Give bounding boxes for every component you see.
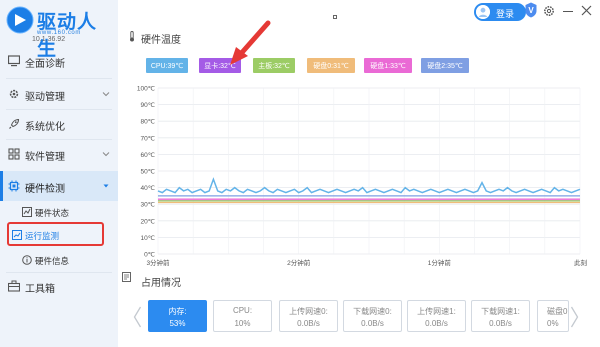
chevron-down-icon: [102, 152, 110, 157]
legend-motherboard[interactable]: 主板:32℃: [253, 58, 295, 73]
usage-card-download-1[interactable]: 下载网速1: 0.0B/s: [471, 300, 530, 332]
usage-card-value: 53%: [169, 319, 186, 328]
monitor-icon: [8, 55, 20, 67]
legend-gpu[interactable]: 显卡:32℃: [199, 58, 241, 73]
info-icon: [22, 255, 32, 265]
legend-label: 硬盘0:31℃: [313, 62, 349, 70]
chevron-down-icon: [102, 92, 110, 97]
vip-badge-label: V: [528, 6, 534, 15]
legend-disk0[interactable]: 硬盘0:31℃: [307, 58, 355, 73]
scroll-right-icon[interactable]: [570, 306, 579, 328]
temperature-chart: 100℃ 90℃ 80℃ 70℃ 60℃ 50℃ 40℃ 30℃ 20℃ 10℃ 0℃ 3分钟前 2分钟…: [128, 80, 594, 275]
usage-card-title: 上传网速0:: [289, 307, 328, 316]
legend-label: 显卡:32℃: [204, 62, 236, 70]
y-tick-label: 0℃: [144, 252, 156, 259]
y-tick-label: 70℃: [140, 135, 155, 142]
usage-card-upload-0[interactable]: 上传网速0: 0.0B/s: [279, 300, 338, 332]
usage-card-value: 0.0B/s: [425, 319, 448, 328]
y-tick-label: 80℃: [140, 119, 155, 126]
scroll-left-icon[interactable]: [133, 306, 142, 328]
sidebar-item-toolbox[interactable]: 工具箱: [0, 271, 118, 301]
caret-down-icon: [103, 184, 109, 188]
highlight-box: [7, 222, 104, 246]
sidebar: 驱动人生 www.160.com 10.1.36.92 全面诊断 驱动管理 系统…: [0, 0, 118, 347]
login-button[interactable]: 登录: [474, 3, 526, 21]
usage-card-title: 上传网速1:: [417, 307, 456, 316]
app-version: 10.1.36.92: [32, 36, 66, 43]
legend-disk2[interactable]: 硬盘2:35℃: [421, 58, 469, 73]
usage-card-value: 0.0B/s: [361, 319, 384, 328]
sidebar-item-label: 驱动管理: [25, 92, 65, 103]
x-tick-label: 2分钟前: [287, 258, 311, 267]
sidebar-subitem-hardware-info[interactable]: 硬件信息: [0, 250, 118, 270]
y-tick-label: 10℃: [140, 235, 155, 242]
usage-card-value: 10%: [234, 319, 251, 328]
legend-label: 硬盘1:33℃: [370, 62, 406, 70]
legend-cpu[interactable]: CPU:39℃: [146, 58, 188, 73]
x-tick-label: 3分钟前: [146, 258, 170, 267]
sidebar-item-software-management[interactable]: 软件管理: [0, 139, 118, 169]
sidebar-item-hardware-detection[interactable]: 硬件检测: [0, 171, 118, 201]
y-tick-label: 30℃: [140, 202, 155, 209]
legend-label: 主板:32℃: [258, 62, 290, 70]
usage-card-disk-0[interactable]: 磁盘0: 0%: [537, 300, 569, 332]
y-tick-label: 100℃: [137, 86, 156, 93]
settings-gear-icon[interactable]: [543, 5, 555, 17]
sidebar-item-full-diagnosis[interactable]: 全面诊断: [0, 46, 118, 76]
y-tick-label: 50℃: [140, 169, 155, 176]
legend-label: CPU:39℃: [150, 62, 184, 70]
sidebar-item-label: 工具箱: [25, 284, 55, 295]
login-label: 登录: [496, 9, 515, 19]
chip-icon: [8, 180, 20, 192]
legend-label: 硬盘2:35℃: [427, 62, 463, 70]
toolbox-icon: [8, 280, 20, 292]
grid-icon: [8, 148, 20, 160]
sidebar-item-driver-management[interactable]: 驱动管理: [0, 79, 118, 109]
y-tick-label: 40℃: [140, 185, 155, 192]
usage-card-title: 下载网速0:: [353, 307, 392, 316]
usage-card-title: CPU:: [232, 306, 253, 315]
sidebar-subitem-label: 硬件信息: [35, 256, 70, 266]
usage-card-value: 0%: [547, 319, 559, 328]
sidebar-item-label: 系统优化: [25, 122, 65, 133]
x-tick-label: 1分钟前: [428, 258, 452, 267]
thermometer-icon: [130, 31, 134, 42]
usage-card-value: 0.0B/s: [489, 319, 512, 328]
temperature-chart-svg: 100℃ 90℃ 80℃ 70℃ 60℃ 50℃ 40℃ 30℃ 20℃ 10℃ 0℃3分钟前 2分钟…: [137, 86, 587, 268]
user-avatar-icon: [476, 5, 490, 19]
usage-card-memory[interactable]: 内存: 53%: [148, 300, 207, 332]
y-tick-label: 20℃: [140, 218, 155, 225]
sidebar-item-label: 全面诊断: [25, 59, 65, 70]
minimize-button[interactable]: [563, 11, 573, 12]
vip-badge-icon[interactable]: V: [525, 2, 537, 18]
close-icon[interactable]: [581, 5, 592, 16]
x-tick-label: 此刻: [574, 258, 587, 267]
usage-card-title: 磁盘0:: [547, 307, 569, 316]
sidebar-item-label: 硬件检测: [25, 184, 65, 195]
sidebar-item-label: 软件管理: [25, 152, 65, 163]
usage-card-value: 0.0B/s: [297, 319, 320, 328]
y-tick-label: 60℃: [140, 152, 155, 159]
usage-icon: [122, 272, 131, 282]
usage-card-download-0[interactable]: 下载网速0: 0.0B/s: [343, 300, 402, 332]
logo-icon: [6, 6, 34, 34]
window-drag-indicator: [333, 15, 337, 19]
usage-card-upload-1[interactable]: 上传网速1: 0.0B/s: [407, 300, 466, 332]
sidebar-subitem-hardware-status[interactable]: 硬件状态: [0, 202, 118, 222]
gear-icon: [9, 89, 19, 99]
active-indicator: [0, 171, 3, 201]
status-icon: [22, 207, 32, 217]
temperature-section-title: 硬件温度: [141, 35, 181, 46]
legend-disk1[interactable]: 硬盘1:33℃: [364, 58, 412, 73]
sidebar-item-system-optimize[interactable]: 系统优化: [0, 109, 118, 139]
sidebar-subitem-label: 硬件状态: [35, 208, 70, 218]
usage-card-title: 下载网速1:: [481, 307, 520, 316]
usage-section-title: 占用情况: [141, 278, 181, 289]
usage-card-title: 内存:: [168, 307, 187, 316]
y-tick-label: 90℃: [140, 102, 155, 109]
usage-card-cpu[interactable]: CPU: 10%: [213, 300, 272, 332]
rocket-icon: [9, 118, 20, 129]
